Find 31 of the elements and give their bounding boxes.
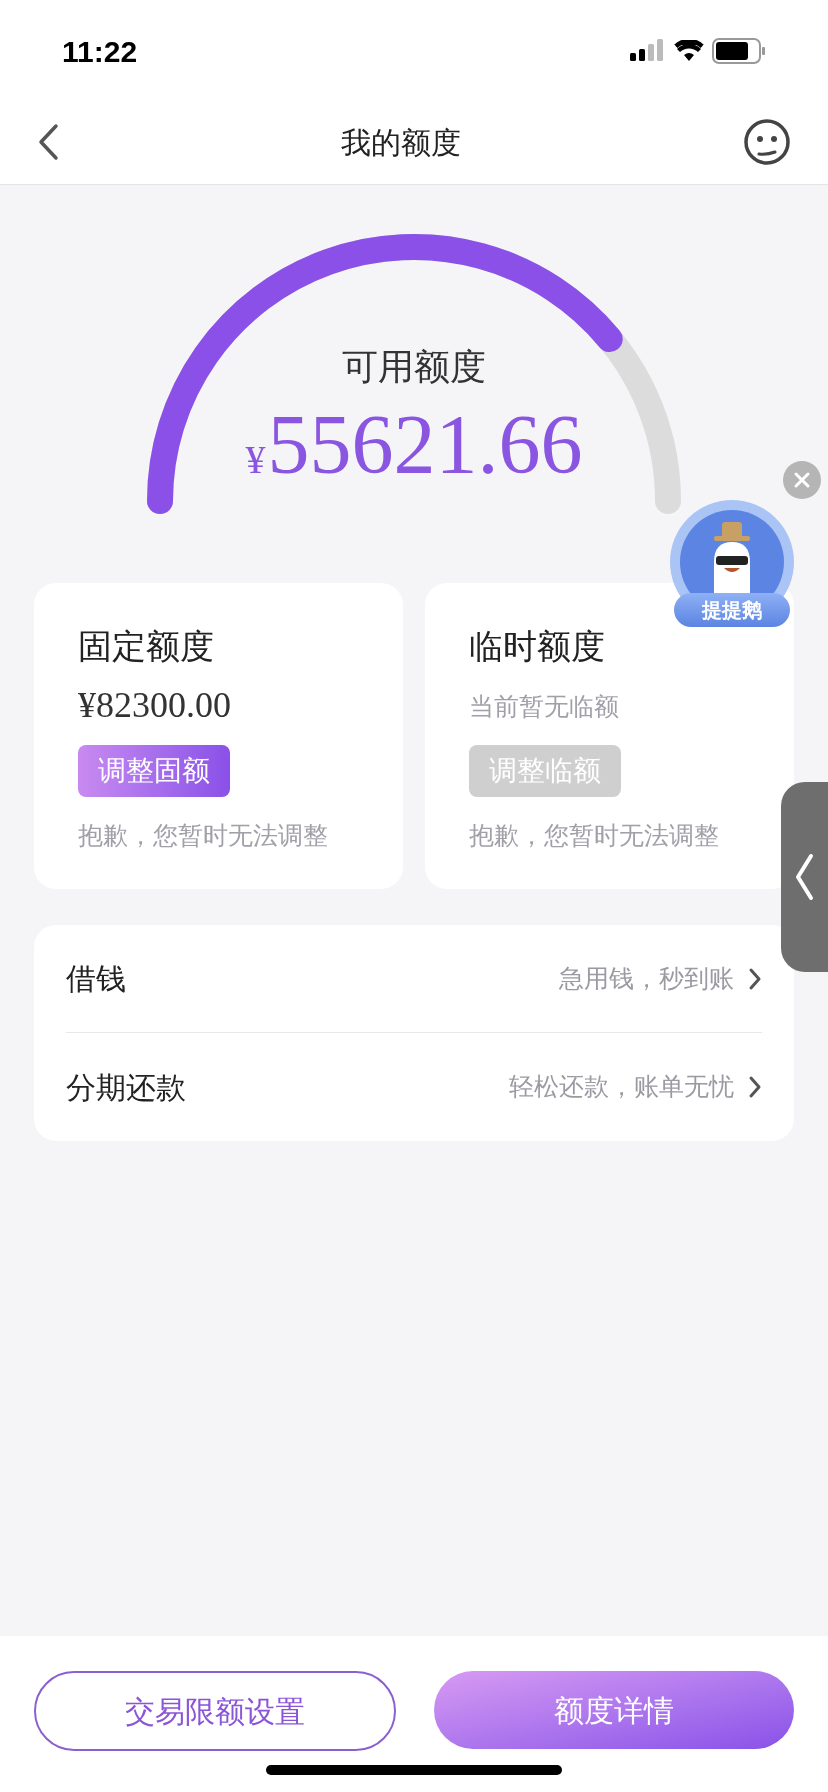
details-button[interactable]: 额度详情 (434, 1671, 794, 1749)
quota-hint: 当前暂无临额 (469, 691, 619, 722)
menu-row[interactable]: 分期还款 轻松还款，账单无忧 (66, 1033, 762, 1141)
chevron-right-icon (748, 966, 762, 991)
chevron-left-icon (793, 852, 815, 902)
close-icon (793, 471, 811, 489)
card-note: 抱歉，您暂时无法调整 (469, 820, 719, 851)
status-time: 11:22 (62, 33, 138, 70)
menu-label: 借钱 (66, 961, 126, 997)
currency-symbol: ¥ (245, 436, 266, 484)
menu-label: 分期还款 (66, 1069, 186, 1106)
battery-icon (712, 38, 766, 64)
card-title: 固定额度 (78, 626, 214, 667)
card-title: 临时额度 (469, 626, 605, 667)
adjust-button[interactable]: 调整固额 (78, 745, 230, 797)
available-amount: 55621.66 (267, 403, 583, 487)
menu-hint: 轻松还款，账单无忧 (509, 1071, 734, 1103)
limit-settings-button[interactable]: 交易限额设置 (34, 1671, 396, 1751)
back-icon[interactable] (36, 123, 60, 161)
page-title: 我的额度 (341, 124, 461, 161)
wifi-icon (674, 40, 704, 62)
menu-hint: 急用钱，秒到账 (559, 962, 734, 994)
gauge-label: 可用额度 (342, 345, 486, 389)
card-note: 抱歉，您暂时无法调整 (78, 820, 328, 851)
side-tab[interactable] (781, 782, 828, 972)
customer-service-icon[interactable] (742, 117, 792, 167)
signal-icon (630, 39, 666, 63)
chevron-right-icon (748, 1075, 762, 1099)
mascot-name: 提提鹅 (702, 598, 762, 623)
menu-row[interactable]: 借钱 急用钱，秒到账 (66, 925, 762, 1033)
quota-amount: ¥82300.00 (78, 684, 231, 727)
